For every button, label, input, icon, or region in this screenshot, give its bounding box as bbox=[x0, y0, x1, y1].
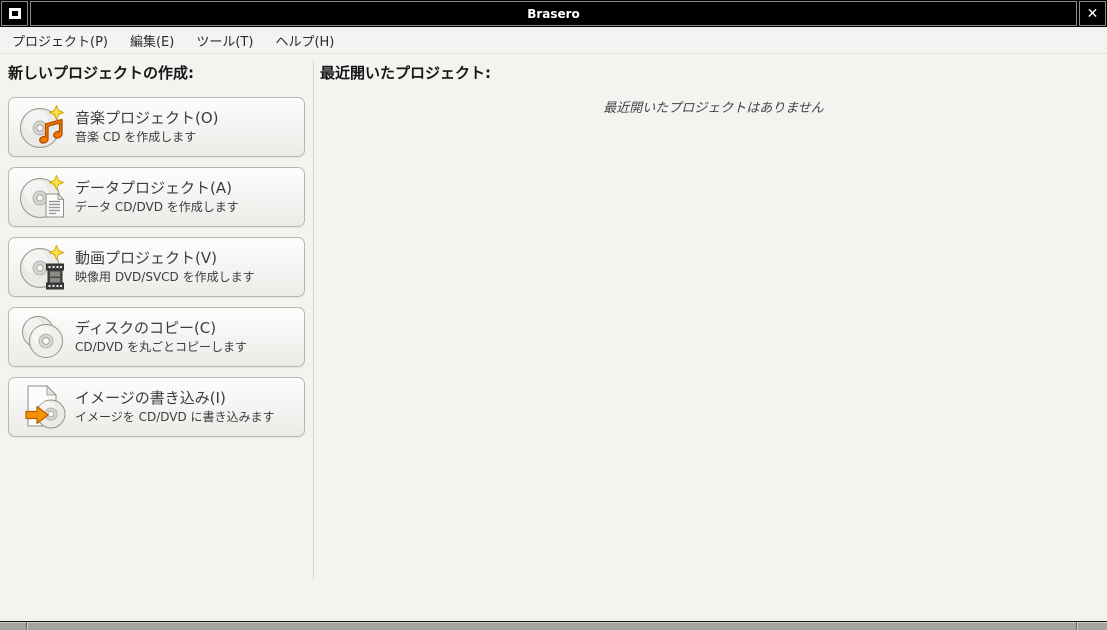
window-title: Brasero bbox=[30, 1, 1077, 26]
window-menu-icon bbox=[8, 8, 21, 19]
video-project-subtitle: 映像用 DVD/SVCD を作成します bbox=[75, 270, 255, 284]
new-project-header: 新しいプロジェクトの作成: bbox=[8, 64, 194, 82]
panel-divider bbox=[313, 60, 314, 580]
brasero-window: { "titlebar": { "title": "Brasero", "clo… bbox=[0, 0, 1107, 630]
desktop-panel-window-list[interactable] bbox=[27, 622, 1076, 630]
data-project-button[interactable]: データプロジェクト(A) データ CD/DVD を作成します bbox=[8, 167, 305, 227]
desktop-panel-left-button[interactable] bbox=[0, 622, 27, 630]
burn-image-button[interactable]: イメージの書き込み(I) イメージを CD/DVD に書き込みます bbox=[8, 377, 305, 437]
video-project-icon bbox=[20, 245, 64, 290]
disc-copy-title: ディスクのコピー(C) bbox=[75, 319, 217, 337]
data-project-subtitle: データ CD/DVD を作成します bbox=[75, 200, 239, 214]
video-project-title: 動画プロジェクト(V) bbox=[75, 249, 217, 267]
menu-edit[interactable]: 編集(E) bbox=[120, 27, 184, 54]
new-project-panel: 新しいプロジェクトの作成: 音楽プロジェクト(O) 音楽 CD を作成します デ… bbox=[0, 54, 314, 621]
menu-help[interactable]: ヘルプ(H) bbox=[265, 27, 344, 54]
titlebar: Brasero ✕ bbox=[0, 0, 1107, 27]
audio-project-subtitle: 音楽 CD を作成します bbox=[75, 130, 197, 144]
audio-project-button[interactable]: 音楽プロジェクト(O) 音楽 CD を作成します bbox=[8, 97, 305, 157]
burn-image-title: イメージの書き込み(I) bbox=[75, 389, 226, 407]
menu-project[interactable]: プロジェクト(P) bbox=[2, 27, 118, 54]
desktop-panel-right-button[interactable] bbox=[1076, 622, 1107, 630]
menubar: プロジェクト(P) 編集(E) ツール(T) ヘルプ(H) bbox=[0, 27, 1107, 54]
burn-image-subtitle: イメージを CD/DVD に書き込みます bbox=[75, 410, 275, 424]
music-project-icon bbox=[20, 105, 64, 148]
burn-image-icon bbox=[25, 385, 66, 429]
disc-copy-icon bbox=[22, 316, 63, 358]
window-menu-button[interactable] bbox=[1, 1, 28, 26]
desktop-panel bbox=[0, 621, 1107, 630]
menu-tools[interactable]: ツール(T) bbox=[186, 27, 263, 54]
disc-copy-subtitle: CD/DVD を丸ごとコピーします bbox=[75, 340, 247, 354]
recent-projects-panel: 最近開いたプロジェクト: 最近開いたプロジェクトはありません bbox=[314, 54, 1107, 621]
video-project-button[interactable]: 動画プロジェクト(V) 映像用 DVD/SVCD を作成します bbox=[8, 237, 305, 297]
data-project-icon bbox=[20, 175, 65, 218]
close-button[interactable]: ✕ bbox=[1079, 1, 1106, 26]
audio-project-title: 音楽プロジェクト(O) bbox=[75, 109, 219, 127]
disc-copy-button[interactable]: ディスクのコピー(C) CD/DVD を丸ごとコピーします bbox=[8, 307, 305, 367]
main-content: 新しいプロジェクトの作成: 音楽プロジェクト(O) 音楽 CD を作成します デ… bbox=[0, 54, 1107, 621]
close-icon: ✕ bbox=[1086, 5, 1099, 22]
recent-projects-empty-message: 最近開いたプロジェクトはありません bbox=[603, 101, 824, 116]
data-project-title: データプロジェクト(A) bbox=[75, 179, 232, 197]
recent-projects-header: 最近開いたプロジェクト: bbox=[320, 64, 491, 82]
